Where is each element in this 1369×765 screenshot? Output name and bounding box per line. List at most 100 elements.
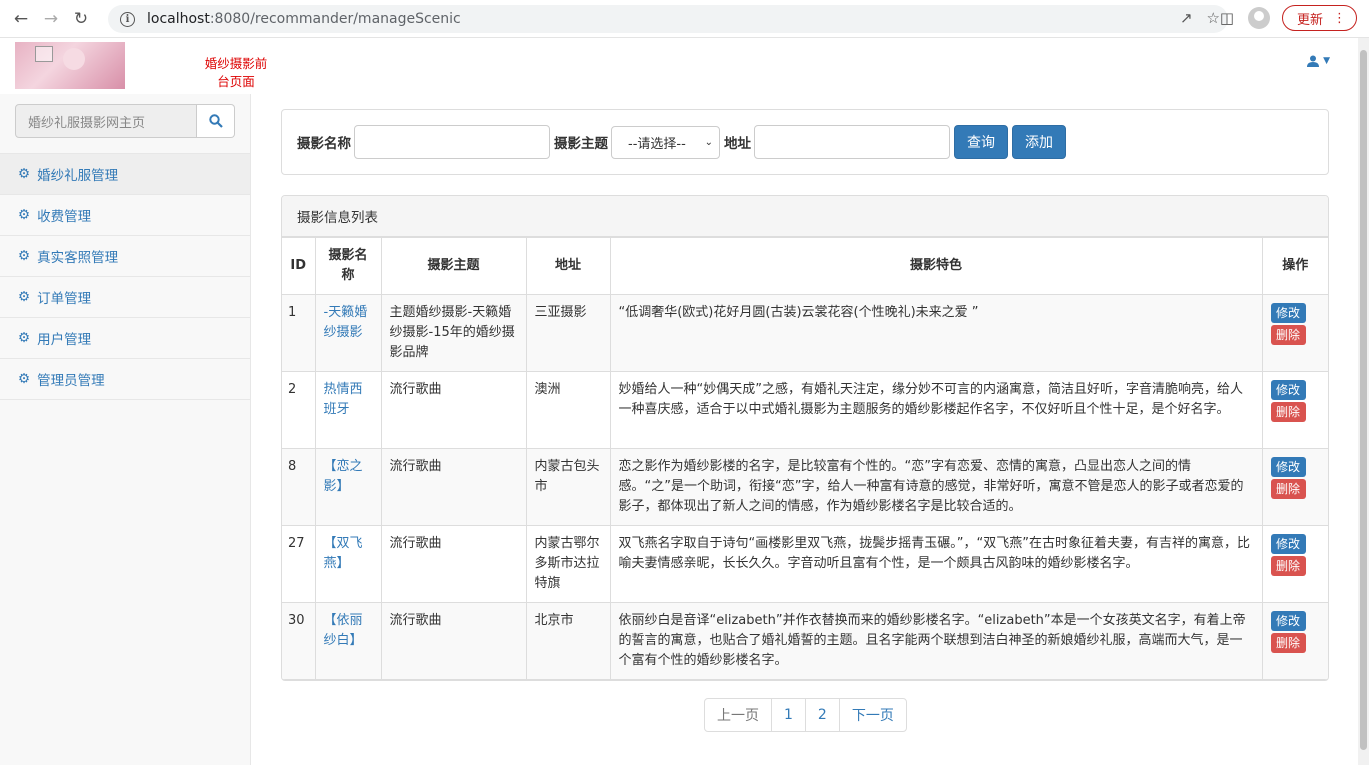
cell-id: 8 [282, 448, 316, 526]
table-row: 30 【依丽纱白】 流行歌曲 北京市 依丽纱白是音译“elizabeth”并作衣替换而来… [282, 602, 1328, 680]
delete-button[interactable]: 删除 [1270, 325, 1306, 345]
sidebar-item-label: 管理员管理 [37, 373, 105, 389]
scrollbar-thumb[interactable] [1360, 50, 1367, 750]
side-panel-icon[interactable]: ◫ [1218, 9, 1236, 27]
logo-image [15, 42, 125, 89]
edit-button[interactable]: 修改 [1270, 457, 1306, 477]
cell-theme: 流行歌曲 [380, 525, 527, 603]
browser-toolbar: ← → ↻ i localhost:8080/recommander/manag… [0, 0, 1369, 38]
table-body: 1 -天籁婚纱摄影 主题婚纱摄影-天籁婚纱摄影-15年的婚纱摄影品牌 三亚摄影 “低调奢… [282, 294, 1328, 680]
sidebar-item-label: 真实客照管理 [37, 250, 119, 266]
cell-address: 北京市 [525, 602, 611, 680]
delete-button[interactable]: 删除 [1270, 479, 1306, 499]
cell-actions: 修改 删除 [1261, 448, 1328, 526]
col-header-actions: 操作 [1261, 237, 1328, 295]
table-header-row: ID 摄影名称 摄影主题 地址 摄影特色 操作 [282, 237, 1328, 295]
next-page-button[interactable]: 下一页 [838, 698, 907, 732]
cell-address: 三亚摄影 [525, 294, 611, 372]
delete-button[interactable]: 删除 [1270, 633, 1306, 653]
top-navbar: 婚纱摄影前台页面 ▼ [0, 38, 1358, 94]
edit-button[interactable]: 修改 [1270, 380, 1306, 400]
info-icon[interactable]: i [120, 11, 135, 27]
reload-icon[interactable]: ↻ [66, 4, 96, 34]
front-page-link[interactable]: 婚纱摄影前台页面 [200, 55, 272, 91]
delete-button[interactable]: 删除 [1270, 402, 1306, 422]
cell-name[interactable]: -天籁婚纱摄影 [314, 294, 382, 372]
dashboard-icon: ⚙ [18, 289, 31, 305]
page-2-button[interactable]: 2 [804, 698, 840, 732]
dashboard-icon: ⚙ [18, 330, 31, 346]
cell-address: 内蒙古鄂尔多斯市达拉特旗 [525, 525, 611, 603]
list-heading: 摄影信息列表 [282, 196, 1328, 237]
sidebar-search: 婚纱礼服摄影网主页 [15, 104, 235, 138]
app: 婚纱摄影前台页面 ▼ 婚纱礼服摄影网主页 ⚙ 婚纱礼服管理 ⚙ 收费管理 ⚙ 真实客照… [0, 38, 1358, 765]
sidebar-item-label: 订单管理 [37, 291, 92, 307]
theme-filter-select[interactable]: --请选择-- ⌄ [611, 125, 720, 159]
sidebar-item-orders[interactable]: ⚙ 订单管理 [0, 277, 250, 318]
user-dropdown[interactable]: ▼ [1307, 55, 1330, 67]
cell-name[interactable]: 热情西班牙 [314, 371, 382, 449]
table-row: 2 热情西班牙 流行歌曲 澳洲 妙婚给人一种“妙偶天成”之感，有婚礼天注定，缘分妙不可言… [282, 371, 1328, 449]
cell-actions: 修改 删除 [1261, 602, 1328, 680]
sidebar-item-label: 用户管理 [37, 332, 92, 348]
sidebar: 婚纱礼服摄影网主页 ⚙ 婚纱礼服管理 ⚙ 收费管理 ⚙ 真实客照管理 ⚙ 订单管理 ⚙ 用… [0, 94, 251, 765]
back-icon[interactable]: ← [6, 4, 36, 34]
url-text[interactable]: localhost:8080/recommander/manageScenic [147, 11, 461, 27]
table-row: 27 【双飞燕】 流行歌曲 内蒙古鄂尔多斯市达拉特旗 双飞燕名字取自于诗句“画楼影里双飞… [282, 525, 1328, 603]
cell-name[interactable]: 【双飞燕】 [314, 525, 382, 603]
search-button[interactable] [197, 104, 235, 138]
sidebar-menu: ⚙ 婚纱礼服管理 ⚙ 收费管理 ⚙ 真实客照管理 ⚙ 订单管理 ⚙ 用户管理 ⚙ 管理员管理 [0, 153, 250, 400]
sidebar-item-users[interactable]: ⚙ 用户管理 [0, 318, 250, 359]
prev-page-button[interactable]: 上一页 [704, 698, 772, 732]
page-1-button[interactable]: 1 [771, 698, 806, 732]
delete-button[interactable]: 删除 [1270, 556, 1306, 576]
address-bar[interactable]: i localhost:8080/recommander/manageSceni… [108, 5, 1228, 33]
cell-id: 2 [282, 371, 316, 449]
cell-feature: 双飞燕名字取自于诗句“画楼影里双飞燕，拢鬓步摇青玉碾。”，“双飞燕”在古时象征着… [609, 525, 1263, 603]
address-filter-input[interactable] [754, 125, 950, 159]
caret-down-icon: ▼ [1323, 56, 1330, 66]
sidebar-item-dress[interactable]: ⚙ 婚纱礼服管理 [0, 154, 250, 195]
share-icon[interactable]: ↗ [1180, 9, 1193, 27]
cell-actions: 修改 删除 [1261, 294, 1328, 372]
more-vert-icon: ⋮ [1333, 10, 1346, 26]
sidebar-item-label: 收费管理 [37, 209, 92, 225]
edit-button[interactable]: 修改 [1270, 303, 1306, 323]
search-input[interactable]: 婚纱礼服摄影网主页 [15, 104, 197, 138]
col-header-id: ID [282, 237, 316, 295]
cell-feature: 恋之影作为婚纱影楼的名字，是比较富有个性的。“恋”字有恋爱、恋情的寓意，凸显出恋… [609, 448, 1263, 526]
col-header-theme: 摄影主题 [380, 237, 527, 295]
profile-avatar-icon[interactable] [1247, 7, 1270, 29]
theme-select-value: --请选择-- [628, 136, 686, 152]
edit-button[interactable]: 修改 [1270, 534, 1306, 554]
cell-theme: 流行歌曲 [380, 371, 527, 449]
update-button[interactable]: 更新 ⋮ [1281, 5, 1357, 31]
col-header-address: 地址 [525, 237, 611, 295]
address-filter-label: 地址 [724, 136, 751, 152]
cell-feature: 妙婚给人一种“妙偶天成”之感，有婚礼天注定，缘分妙不可言的内涵寓意，简洁且好听，… [609, 371, 1263, 449]
edit-button[interactable]: 修改 [1270, 611, 1306, 631]
cell-theme: 主题婚纱摄影-天籁婚纱摄影-15年的婚纱摄影品牌 [380, 294, 527, 372]
cell-id: 1 [282, 294, 316, 372]
sidebar-item-fees[interactable]: ⚙ 收费管理 [0, 195, 250, 236]
sidebar-item-admins[interactable]: ⚙ 管理员管理 [0, 359, 250, 400]
page-scrollbar[interactable] [1358, 38, 1369, 765]
sidebar-item-photos[interactable]: ⚙ 真实客照管理 [0, 236, 250, 277]
cell-address: 内蒙古包头市 [525, 448, 611, 526]
forward-icon[interactable]: → [36, 4, 66, 34]
cell-feature: “低调奢华(欧式)花好月圆(古装)云裳花容(个性晚礼)未来之爱 ” [609, 294, 1263, 372]
name-filter-input[interactable] [354, 125, 550, 159]
search-icon [208, 114, 223, 128]
pagination: 上一页 1 2 下一页 [704, 698, 907, 732]
user-icon [1307, 55, 1320, 67]
cell-name[interactable]: 【恋之影】 [314, 448, 382, 526]
cell-name[interactable]: 【依丽纱白】 [314, 602, 382, 680]
add-button[interactable]: 添加 [1012, 125, 1066, 159]
dashboard-icon: ⚙ [18, 248, 31, 264]
cell-actions: 修改 删除 [1261, 371, 1328, 449]
query-button[interactable]: 查询 [954, 125, 1008, 159]
cell-theme: 流行歌曲 [380, 602, 527, 680]
table-row: 8 【恋之影】 流行歌曲 内蒙古包头市 恋之影作为婚纱影楼的名字，是比较富有个性的。“恋… [282, 448, 1328, 526]
main-content: 摄影名称 摄影主题 --请选择-- ⌄ 地址 查询 添加 摄影信息列表 ID 摄影… [251, 94, 1358, 765]
sidebar-item-label: 婚纱礼服管理 [37, 168, 119, 184]
